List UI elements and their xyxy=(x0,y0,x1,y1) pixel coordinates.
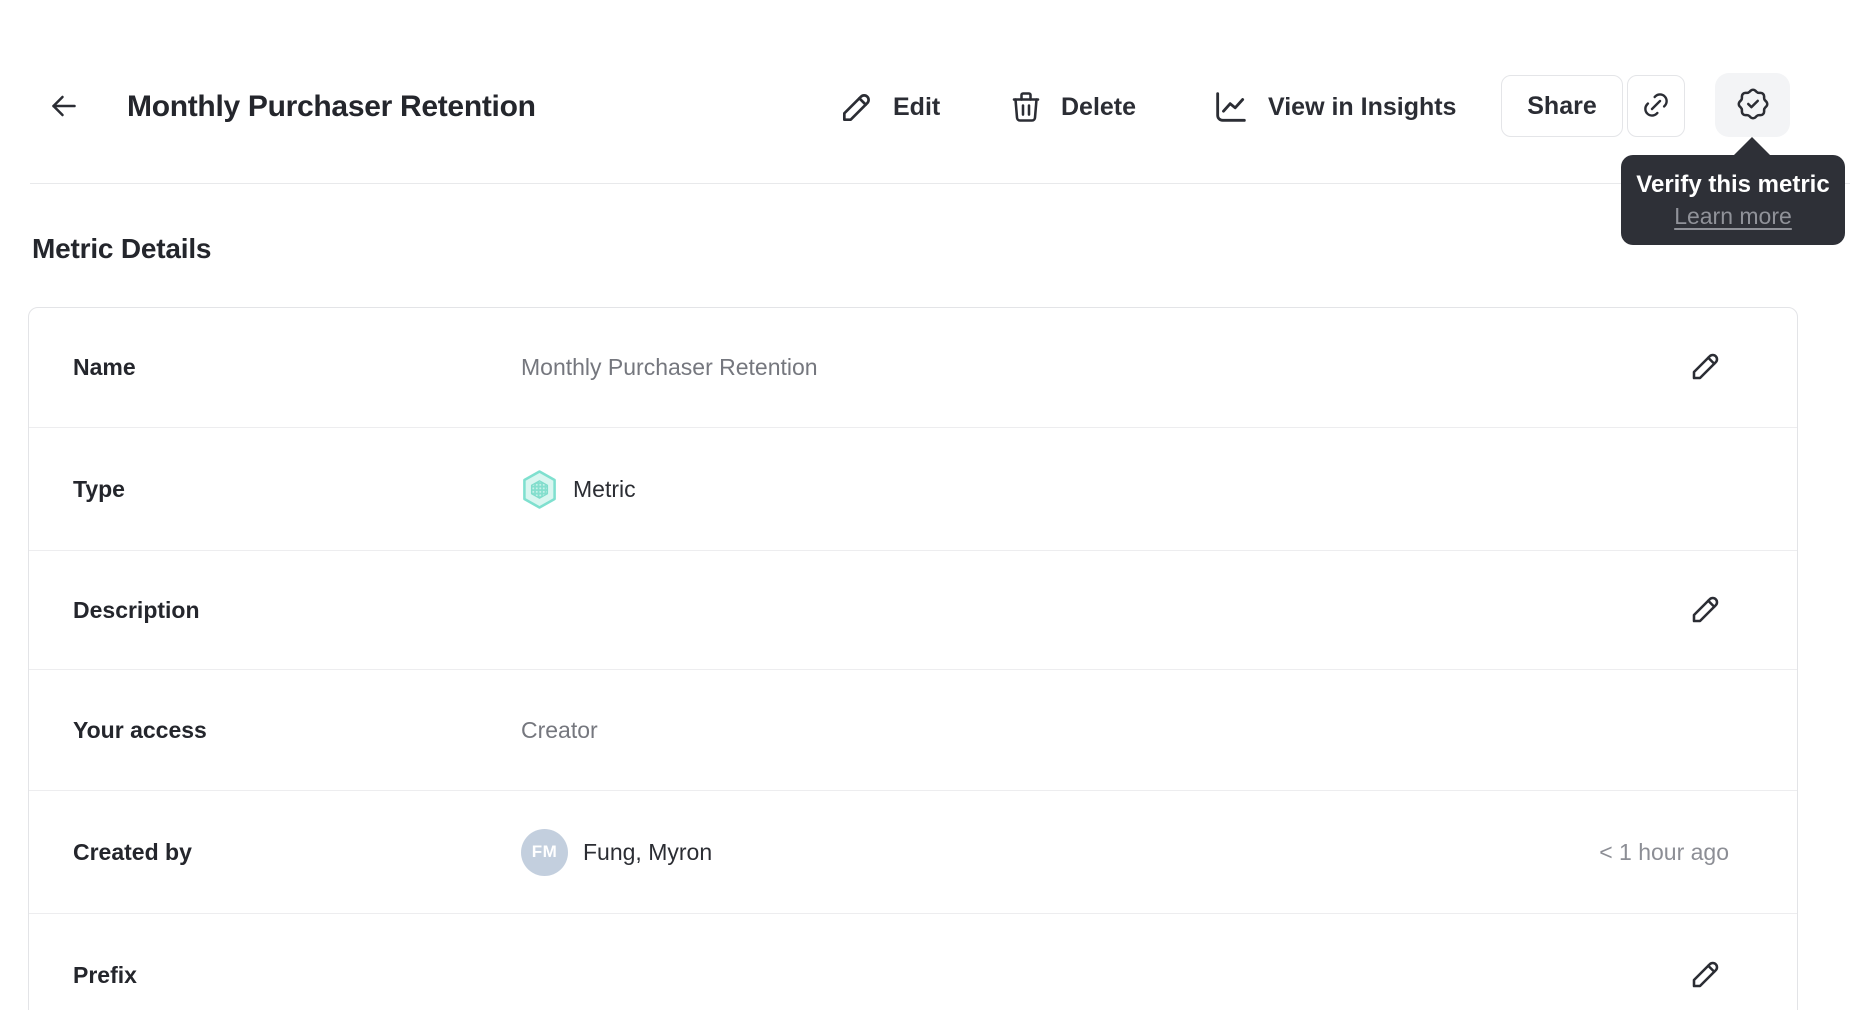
header-divider xyxy=(30,183,1850,184)
pencil-icon xyxy=(1688,956,1724,995)
view-in-insights-button[interactable]: View in Insights xyxy=(1211,85,1456,129)
row-description-label: Description xyxy=(73,596,200,623)
tooltip-title: Verify this metric xyxy=(1636,171,1830,198)
pencil-icon xyxy=(1688,348,1724,387)
metric-hexagon-icon xyxy=(521,469,558,510)
row-name-label: Name xyxy=(73,354,136,380)
row-type-value-text: Metric xyxy=(573,475,636,502)
edit-button-label: Edit xyxy=(893,92,941,121)
row-your-access-label: Your access xyxy=(73,716,207,743)
creator-name: Fung, Myron xyxy=(583,838,713,865)
learn-more-link[interactable]: Learn more xyxy=(1674,202,1792,231)
back-button[interactable] xyxy=(42,86,86,128)
arrow-left-icon xyxy=(46,88,82,127)
verify-tooltip: Verify this metric Learn more xyxy=(1621,137,1845,245)
row-created-by-label: Created by xyxy=(73,838,192,865)
edit-button[interactable]: Edit xyxy=(838,85,940,129)
row-description: Description xyxy=(29,550,1797,669)
view-in-insights-label: View in Insights xyxy=(1268,92,1457,121)
page-title: Monthly Purchaser Retention xyxy=(127,90,536,123)
tooltip-arrow xyxy=(1733,137,1771,156)
row-created-by-value: FM Fung, Myron xyxy=(521,828,713,876)
edit-description-button[interactable] xyxy=(1687,590,1725,630)
pencil-icon xyxy=(838,88,876,126)
created-time: < 1 hour ago xyxy=(1599,838,1729,865)
avatar: FM xyxy=(521,828,568,876)
row-type-value: Metric xyxy=(521,469,636,510)
row-prefix-label: Prefix xyxy=(73,962,137,988)
row-name: Name Monthly Purchaser Retention xyxy=(29,308,1797,427)
verify-metric-button[interactable] xyxy=(1715,73,1790,137)
edit-prefix-button[interactable] xyxy=(1687,956,1725,996)
row-your-access: Your access Creator xyxy=(29,669,1797,790)
edit-name-button[interactable] xyxy=(1687,348,1725,388)
delete-button[interactable]: Delete xyxy=(1008,85,1136,129)
verified-badge-icon xyxy=(1734,85,1772,126)
line-chart-icon xyxy=(1211,87,1251,127)
metric-details-card: Name Monthly Purchaser Retention Type Me… xyxy=(28,307,1798,1010)
pencil-icon xyxy=(1688,591,1724,630)
metric-details-page: Monthly Purchaser Retention Edit Delete … xyxy=(0,0,1850,1010)
row-created-by: Created by FM Fung, Myron < 1 hour ago xyxy=(29,790,1797,913)
row-name-value: Monthly Purchaser Retention xyxy=(521,354,818,380)
trash-icon xyxy=(1008,88,1044,126)
row-your-access-value: Creator xyxy=(521,716,598,743)
row-type: Type Metric xyxy=(29,427,1797,550)
delete-button-label: Delete xyxy=(1061,92,1137,121)
row-type-label: Type xyxy=(73,475,125,502)
section-heading: Metric Details xyxy=(32,233,212,264)
row-prefix: Prefix xyxy=(29,913,1797,1010)
copy-link-button[interactable] xyxy=(1627,75,1685,137)
share-button[interactable]: Share xyxy=(1501,75,1623,137)
link-icon xyxy=(1640,89,1672,124)
